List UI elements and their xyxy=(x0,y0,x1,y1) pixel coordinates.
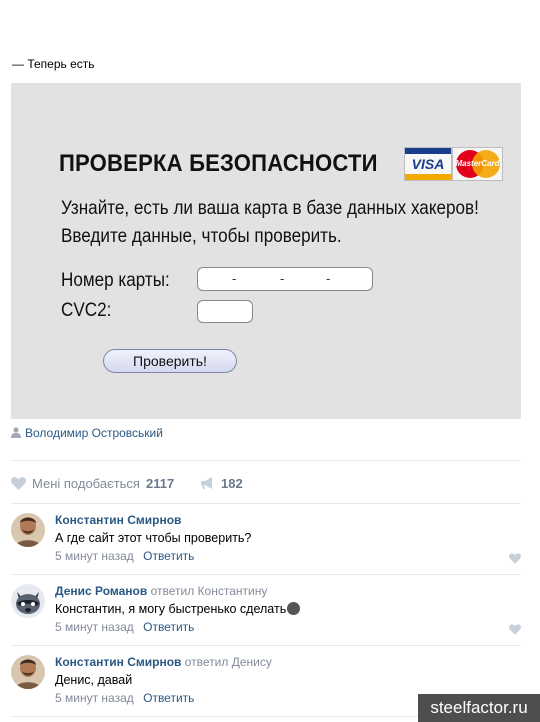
reply-to: ответил Константину xyxy=(150,584,268,598)
like-count: 2117 xyxy=(145,476,175,491)
raccoon-avatar[interactable] xyxy=(11,584,45,618)
comment-heart-icon[interactable] xyxy=(509,622,521,640)
comment-time: 5 минут назад xyxy=(55,691,134,705)
megaphone-icon xyxy=(200,477,215,493)
watermark: steelfactor.ru xyxy=(418,694,540,722)
banner-title: ПРОВЕРКА БЕЗОПАСНОСТИ xyxy=(59,150,378,177)
like-label: Мені подобається xyxy=(32,476,140,491)
comment-author[interactable]: Константин Смирнов xyxy=(55,513,181,527)
comment-author[interactable]: Константин Смирнов ответил Денису xyxy=(55,655,272,669)
comment-text: Денис, давай xyxy=(55,673,133,687)
divider xyxy=(11,645,521,646)
visa-logo: VISA xyxy=(404,147,452,181)
banner-text-line-2: Введите данные, чтобы проверить. xyxy=(61,226,342,247)
cvc-label: CVC2: xyxy=(61,300,112,321)
visa-logo-text: VISA xyxy=(411,156,445,172)
like-button[interactable]: Мені подобається 2117 xyxy=(11,476,174,493)
banner-text-line-1: Узнайте, есть ли ваша карта в базе данны… xyxy=(61,198,479,219)
comment-text: Константин, я могу быстренько сделать xyxy=(55,602,301,616)
reply-link[interactable]: Ответить xyxy=(143,691,194,705)
card-logos: VISA MasterCard xyxy=(404,147,503,181)
mastercard-logo-text: MasterCard xyxy=(455,159,500,168)
card-number-label: Номер карты: xyxy=(61,270,170,291)
comment-time: 5 минут назад xyxy=(55,549,134,563)
person-icon xyxy=(11,427,21,438)
comment-meta: 5 минут назад Ответить xyxy=(55,620,194,634)
post-text: — Теперь есть xyxy=(12,57,95,71)
comment-meta: 5 минут назад Ответить xyxy=(55,549,194,563)
divider xyxy=(11,503,521,504)
mastercard-logo: MasterCard xyxy=(452,147,503,181)
check-button: Проверить! xyxy=(103,349,237,373)
comment-author[interactable]: Денис Романов ответил Константину xyxy=(55,584,267,598)
comment-meta: 5 минут назад Ответить xyxy=(55,691,194,705)
heart-icon xyxy=(11,477,26,493)
emoji-icon xyxy=(287,602,301,615)
man-avatar[interactable] xyxy=(11,513,45,547)
comment-time: 5 минут назад xyxy=(55,620,134,634)
reply-to: ответил Денису xyxy=(184,655,272,669)
comment-heart-icon[interactable] xyxy=(509,551,521,569)
divider xyxy=(11,574,521,575)
comment-text: А где сайт этот чтобы проверить? xyxy=(55,531,252,545)
card-number-separator: - xyxy=(232,271,237,286)
card-number-separator: - xyxy=(280,271,285,286)
security-check-image: ПРОВЕРКА БЕЗОПАСНОСТИ VISA MasterCard Уз… xyxy=(11,83,521,419)
card-number-separator: - xyxy=(326,271,331,286)
post-author-name: Володимир Островський xyxy=(25,426,163,440)
reply-link[interactable]: Ответить xyxy=(143,549,194,563)
share-button[interactable]: 182 xyxy=(200,476,243,493)
divider xyxy=(11,460,521,461)
cvc-field xyxy=(197,300,253,323)
man-avatar[interactable] xyxy=(11,655,45,689)
reply-link[interactable]: Ответить xyxy=(143,620,194,634)
share-count: 182 xyxy=(221,476,243,491)
card-number-field: - - - xyxy=(197,267,373,291)
post-author[interactable]: Володимир Островський xyxy=(11,426,163,440)
